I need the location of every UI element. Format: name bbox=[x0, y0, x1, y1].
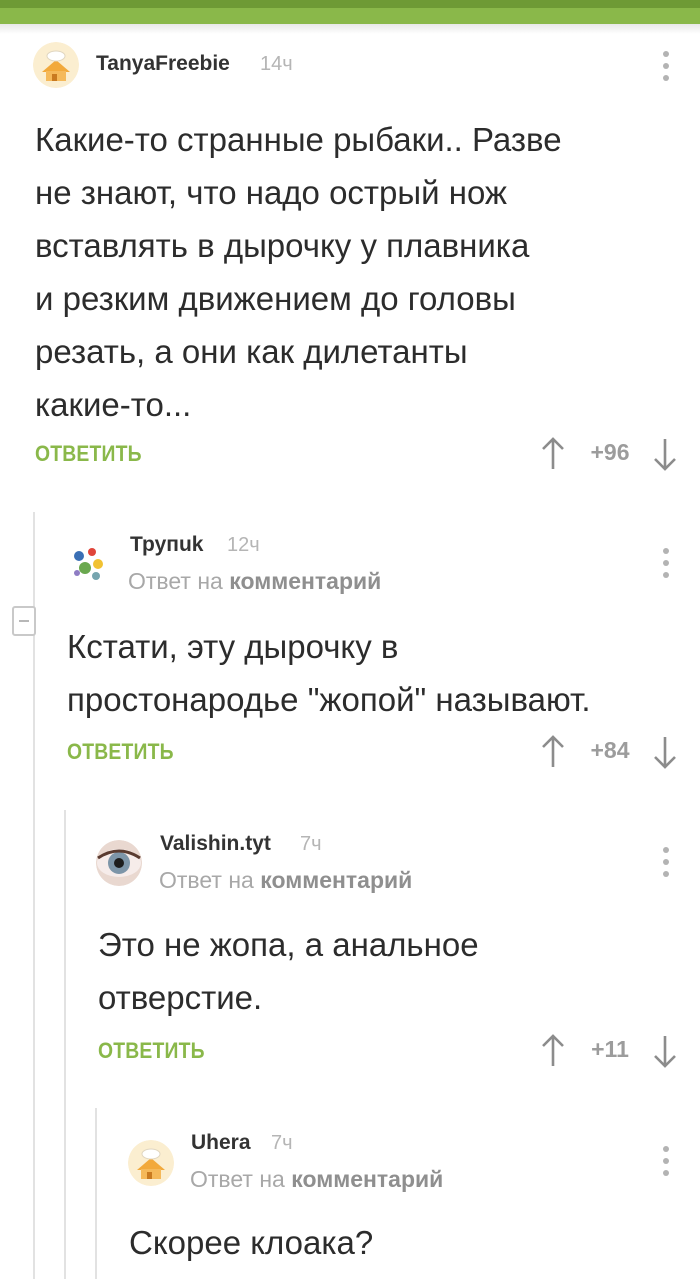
comment-text-line: и резким движением до головы bbox=[35, 280, 516, 317]
reply-to-label[interactable]: Ответ на комментарий bbox=[128, 568, 381, 595]
collapse-minus-icon[interactable] bbox=[12, 606, 36, 636]
avatar[interactable] bbox=[33, 42, 79, 88]
comment-text-line: Скорее клоака? bbox=[129, 1224, 374, 1261]
vote-score: +84 bbox=[590, 737, 630, 763]
avatar[interactable] bbox=[128, 1140, 174, 1186]
arrow-up-icon[interactable] bbox=[540, 1034, 566, 1068]
vote-block: +84 bbox=[540, 735, 680, 769]
comment-text-line: какие-то... bbox=[35, 386, 192, 423]
author-name[interactable]: TanyaFreebie bbox=[96, 52, 230, 76]
comment-time: 7ч bbox=[271, 1132, 293, 1154]
thread-line-level-2[interactable] bbox=[64, 810, 66, 1279]
comment-text-line: резать, а они как дилетанты bbox=[35, 333, 468, 370]
reply-to-prefix: Ответ на bbox=[128, 568, 223, 594]
comment-time: 7ч bbox=[300, 833, 322, 855]
vote-score: +96 bbox=[590, 439, 630, 465]
vote-score: +11 bbox=[591, 1036, 629, 1062]
reply-to-label[interactable]: Ответ на комментарий bbox=[190, 1166, 443, 1193]
comment-text-line: простонародье "жопой" называют. bbox=[67, 681, 591, 718]
avatar[interactable] bbox=[96, 840, 142, 886]
reply-to-target[interactable]: комментарий bbox=[229, 568, 381, 594]
reply-to-prefix: Ответ на bbox=[190, 1166, 285, 1192]
comment-text-line: Какие-то странные рыбаки.. Разве bbox=[35, 121, 562, 158]
header-shadow bbox=[0, 24, 700, 34]
reply-to-target[interactable]: комментарий bbox=[291, 1166, 443, 1192]
comment-text-line: Кстати, эту дырочку в bbox=[67, 628, 399, 665]
comment-text: Какие-то странные рыбаки.. Разве не знаю… bbox=[35, 113, 675, 431]
author-name[interactable]: Трупuk bbox=[130, 533, 203, 557]
kebab-menu-icon[interactable] bbox=[663, 51, 669, 81]
comment-text-line: не знают, что надо острый нож bbox=[35, 174, 508, 211]
comment-text: Это не жопа, а анальное отверстие. bbox=[98, 918, 678, 1024]
kebab-menu-icon[interactable] bbox=[663, 847, 669, 877]
arrow-down-icon[interactable] bbox=[652, 735, 678, 769]
reply-to-prefix: Ответ на bbox=[159, 867, 254, 893]
reply-to-target[interactable]: комментарий bbox=[260, 867, 412, 893]
arrow-up-icon[interactable] bbox=[540, 735, 566, 769]
kebab-menu-icon[interactable] bbox=[663, 1146, 669, 1176]
comment-text-line: Это не жопа, а анальное bbox=[98, 926, 479, 963]
arrow-down-icon[interactable] bbox=[652, 1034, 678, 1068]
arrow-up-icon[interactable] bbox=[540, 437, 566, 471]
reply-button[interactable]: ОТВЕТИТЬ bbox=[35, 441, 142, 467]
reply-button[interactable]: ОТВЕТИТЬ bbox=[98, 1038, 205, 1064]
arrow-down-icon[interactable] bbox=[652, 437, 678, 471]
author-name[interactable]: Uhera bbox=[191, 1131, 251, 1155]
vote-block: +11 bbox=[540, 1034, 680, 1068]
comment-text-line: вставлять в дырочку у плавника bbox=[35, 227, 530, 264]
thread-line-level-3[interactable] bbox=[95, 1108, 97, 1279]
comment-text-line: отверстие. bbox=[98, 979, 263, 1016]
app-header-bar bbox=[0, 0, 700, 24]
comment-time: 14ч bbox=[260, 53, 293, 75]
reply-to-label[interactable]: Ответ на комментарий bbox=[159, 867, 412, 894]
vote-block: +96 bbox=[540, 437, 680, 471]
author-name[interactable]: Valishin.tyt bbox=[160, 832, 271, 856]
avatar[interactable] bbox=[65, 540, 111, 586]
kebab-menu-icon[interactable] bbox=[663, 548, 669, 578]
comment-text: Кстати, эту дырочку в простонародье "жоп… bbox=[67, 620, 687, 726]
comment-text: Скорее клоака? bbox=[129, 1216, 669, 1269]
reply-button[interactable]: ОТВЕТИТЬ bbox=[67, 739, 174, 765]
comment-time: 12ч bbox=[227, 534, 260, 556]
